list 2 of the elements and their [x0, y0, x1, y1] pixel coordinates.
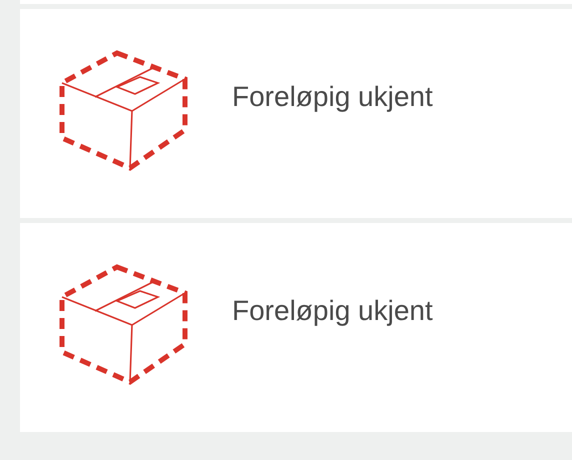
status-label: Foreløpig ukjent — [232, 294, 433, 328]
status-label: Foreløpig ukjent — [232, 80, 433, 114]
